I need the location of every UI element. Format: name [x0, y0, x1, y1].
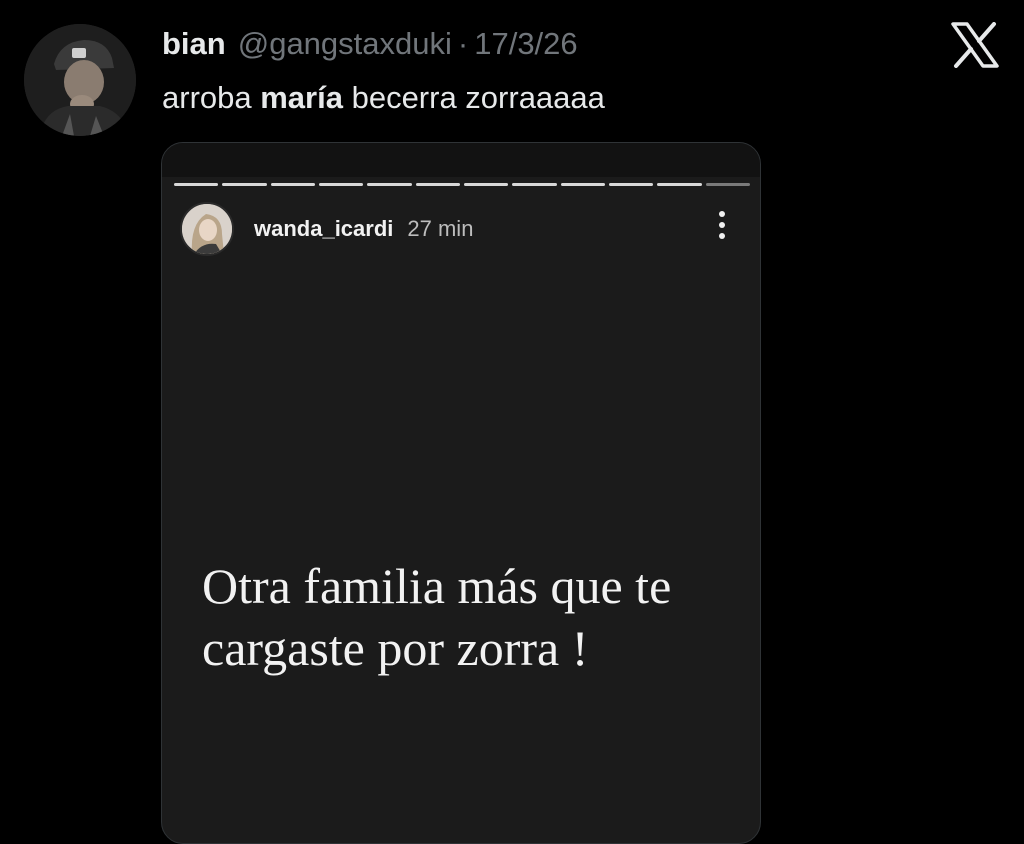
progress-segment	[415, 183, 460, 186]
progress-segment	[705, 183, 750, 186]
author-name[interactable]: bian	[162, 22, 226, 66]
author-handle[interactable]: @gangstaxduki	[238, 22, 452, 66]
tweet-text: arroba maría becerra zorraaaaa	[162, 76, 605, 120]
story-top-band	[162, 143, 760, 177]
profile-photo-icon	[24, 24, 136, 136]
story-avatar[interactable]	[180, 202, 234, 256]
more-vertical-icon[interactable]	[718, 211, 726, 243]
progress-segment	[174, 183, 219, 186]
story-caption-line: Otra familia más que te	[202, 558, 672, 614]
story-caption: Otra familia más que te cargaste por zor…	[202, 555, 742, 679]
tweet-text-bold: maría	[260, 80, 343, 115]
tweet-text-before: arroba	[162, 80, 261, 115]
story-progress-bar	[174, 183, 750, 187]
story-header: wanda_icardi 27 min	[180, 201, 473, 257]
progress-segment	[270, 183, 315, 186]
tweet-media[interactable]: wanda_icardi 27 min Otra familia más que…	[161, 142, 761, 844]
tweet-header: bian @gangstaxduki · 17/3/26	[162, 22, 578, 66]
story-caption-line: cargaste por zorra !	[202, 620, 589, 676]
progress-segment	[318, 183, 364, 186]
progress-segment	[367, 183, 412, 186]
progress-segment	[608, 183, 654, 186]
progress-segment	[657, 183, 702, 186]
story-username[interactable]: wanda_icardi	[254, 216, 393, 242]
tweet-date[interactable]: 17/3/26	[474, 22, 577, 66]
progress-segment	[512, 183, 557, 186]
tweet-text-after: becerra zorraaaaa	[342, 80, 605, 115]
story-time: 27 min	[407, 216, 474, 241]
author-avatar[interactable]	[24, 24, 136, 136]
progress-segment	[463, 183, 509, 186]
x-logo-icon	[950, 22, 1000, 68]
story-profile-photo-icon	[182, 204, 232, 254]
meta-separator: ·	[457, 26, 469, 61]
progress-segment	[560, 183, 605, 186]
progress-segment	[222, 183, 267, 186]
